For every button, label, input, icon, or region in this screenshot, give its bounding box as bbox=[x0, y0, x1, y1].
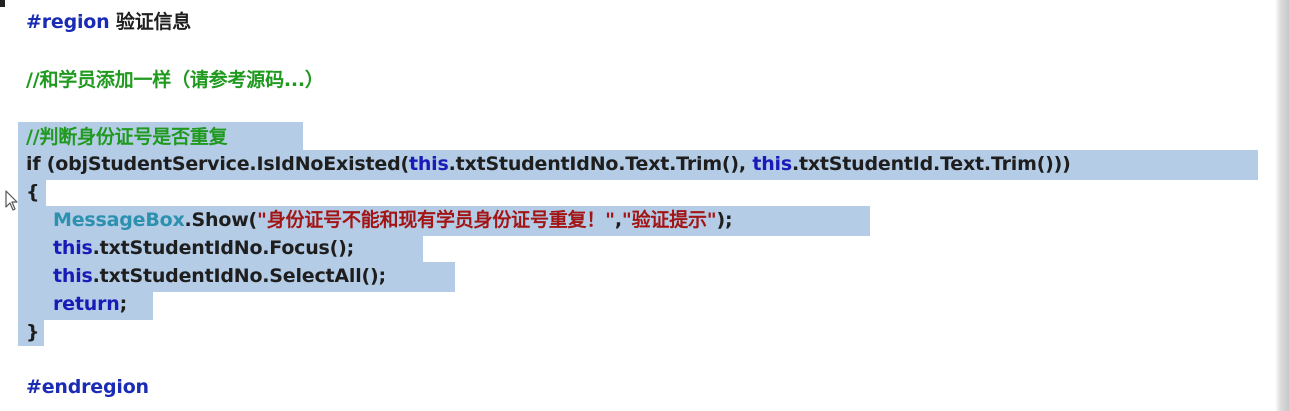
code-text: .Show( bbox=[184, 209, 258, 231]
this-keyword: this bbox=[53, 237, 93, 259]
this-keyword: this bbox=[53, 265, 93, 287]
code-line-focus[interactable]: this.txtStudentIdNo.Focus(); bbox=[53, 234, 354, 263]
code-line-endregion[interactable]: #endregion bbox=[26, 373, 149, 402]
code-line-messagebox[interactable]: MessageBox.Show("身份证号不能和现有学员身份证号重复！","验证… bbox=[53, 206, 733, 235]
string-literal: "身份证号不能和现有学员身份证号重复！" bbox=[257, 209, 615, 231]
code-text: .txtStudentIdNo.SelectAll(); bbox=[92, 265, 386, 287]
code-text: (objStudentService.IsIdNoExisted( bbox=[40, 153, 409, 175]
code-line-selectall[interactable]: this.txtStudentIdNo.SelectAll(); bbox=[53, 262, 386, 291]
code-text: , bbox=[614, 209, 622, 231]
code-line-if[interactable]: if (objStudentService.IsIdNoExisted(this… bbox=[26, 150, 1071, 179]
code-line-region[interactable]: #region 验证信息 bbox=[26, 8, 191, 37]
code-text: .txtStudentId.Text.Trim())) bbox=[791, 153, 1071, 175]
text-cursor-icon bbox=[5, 190, 18, 211]
code-line-comment[interactable]: //判断身份证号是否重复 bbox=[26, 123, 228, 152]
region-name: 验证信息 bbox=[115, 11, 192, 33]
string-literal: "验证提示" bbox=[621, 209, 717, 231]
code-text: .txtStudentIdNo.Focus(); bbox=[92, 237, 355, 259]
code-line-comment[interactable]: //和学员添加一样（请参考源码...） bbox=[26, 66, 324, 95]
code-line-brace-open[interactable]: { bbox=[26, 178, 40, 207]
code-text: ; bbox=[119, 293, 128, 315]
code-line-return[interactable]: return; bbox=[53, 290, 127, 319]
code-text: .txtStudentIdNo.Text.Trim(), bbox=[448, 153, 753, 175]
code-text: ); bbox=[716, 209, 733, 231]
this-keyword: this bbox=[752, 153, 792, 175]
type-name: MessageBox bbox=[53, 209, 185, 231]
region-directive: #region bbox=[26, 11, 110, 33]
return-keyword: return bbox=[53, 293, 120, 315]
code-editor[interactable]: #region 验证信息 //和学员添加一样（请参考源码...） //判断身份证… bbox=[0, 0, 1289, 411]
edge-mark bbox=[0, 0, 5, 7]
this-keyword: this bbox=[408, 153, 449, 175]
scrollbar-edge[interactable] bbox=[1275, 0, 1289, 411]
if-keyword: if bbox=[26, 153, 41, 175]
code-line-brace-close[interactable]: } bbox=[26, 318, 40, 347]
